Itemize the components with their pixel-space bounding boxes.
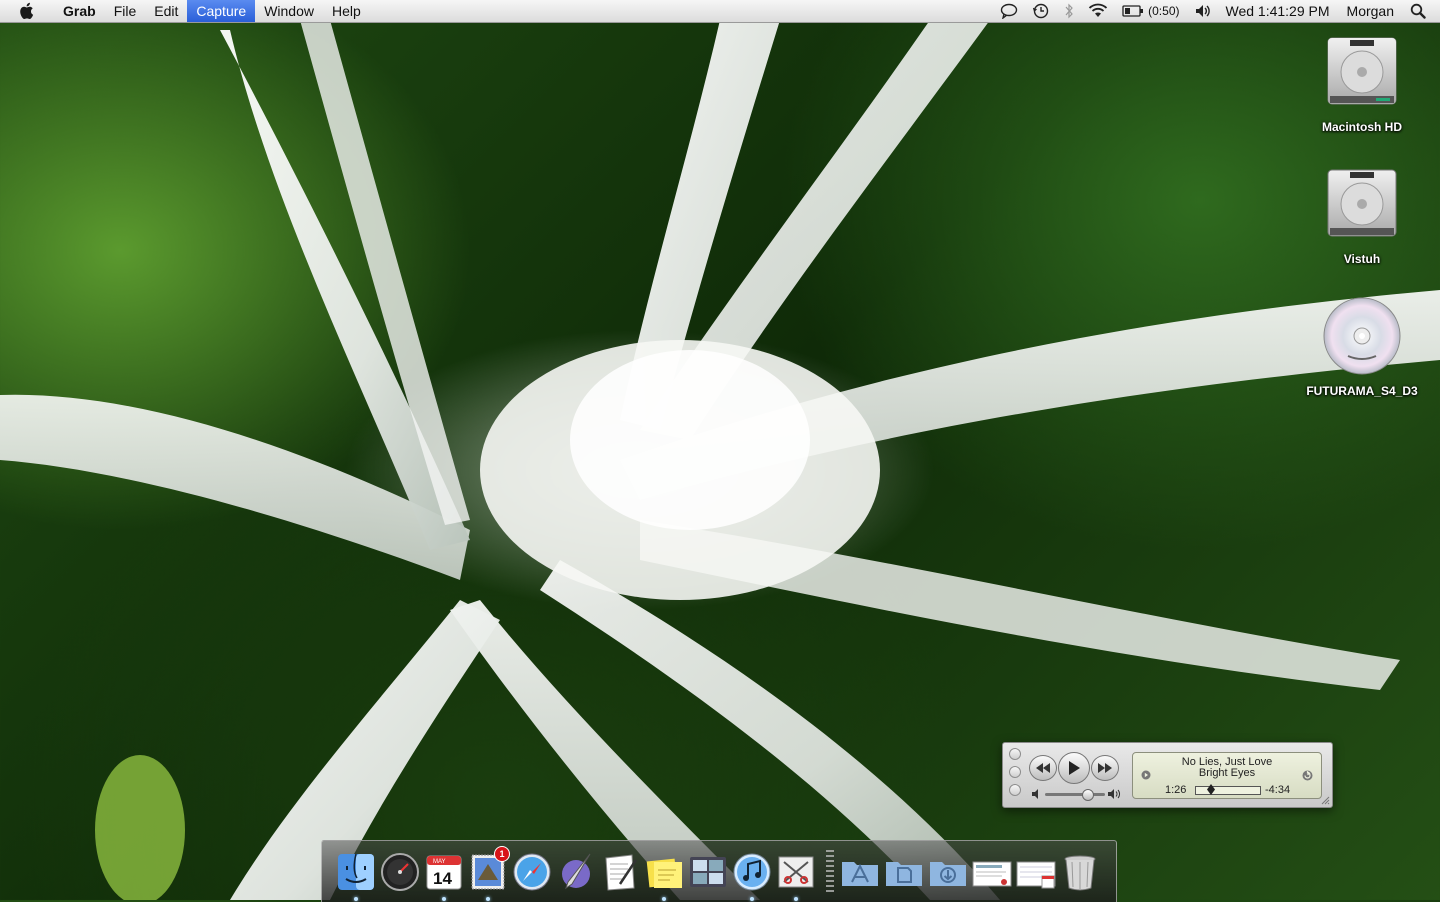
desktop-icon-futurama-dvd[interactable]: FUTURAMA_S4_D3 — [1297, 296, 1427, 398]
dock-item-ical[interactable]: MAY 14 — [424, 852, 464, 901]
artist-name: Bright Eyes — [1198, 767, 1256, 779]
calendar-icon: MAY 14 — [426, 855, 462, 889]
spaces-grid-icon — [690, 856, 726, 887]
menu-app-grab[interactable]: Grab — [54, 0, 105, 22]
user-menu[interactable]: Morgan — [1337, 0, 1404, 22]
dock-stack-ical[interactable] — [1016, 852, 1056, 892]
battery-status[interactable]: (0:50) — [1115, 0, 1186, 22]
dock-item-spaces[interactable] — [688, 852, 728, 892]
dock-item-dashboard[interactable] — [380, 852, 420, 892]
trash-icon — [1064, 855, 1096, 890]
volume-slider[interactable] — [1045, 789, 1105, 801]
dock-item-itunes[interactable] — [732, 852, 772, 901]
grab-scissors-icon — [778, 856, 814, 887]
dock-item-textedit[interactable] — [600, 852, 640, 892]
dock-item-trash[interactable] — [1060, 852, 1100, 892]
wifi-icon — [1089, 3, 1108, 17]
itunes-mini-player[interactable]: No Lies, Just Love Bright Eyes 1:26 -4:3… — [1002, 742, 1333, 808]
play-button[interactable] — [1058, 752, 1090, 784]
previous-track-button[interactable] — [1029, 755, 1057, 781]
dashboard-icon — [381, 852, 419, 891]
sticky-notes-icon — [646, 858, 682, 888]
menu-capture[interactable]: Capture — [187, 0, 256, 22]
desktop-icon-label: Macintosh HD — [1321, 120, 1402, 134]
hard-drive-icon — [1327, 37, 1397, 105]
volume-status[interactable] — [1187, 0, 1219, 22]
wifi-status[interactable] — [1081, 0, 1115, 22]
menu-file[interactable]: File — [105, 0, 146, 22]
itunes-note-icon — [733, 853, 771, 890]
battery-time: (0:50) — [1148, 4, 1180, 18]
speaker-icon — [1195, 5, 1210, 17]
dock-stack-applications[interactable] — [840, 852, 880, 892]
dock-separator[interactable] — [826, 849, 834, 894]
menu-bar: Grab File Edit Capture Window Help (0:50… — [0, 0, 1440, 23]
now-playing-display: No Lies, Just Love Bright Eyes 1:26 -4:3… — [1132, 752, 1322, 799]
window-controls — [1009, 748, 1021, 802]
resize-grip-icon[interactable] — [1321, 796, 1330, 805]
desktop-icon-macintosh-hd[interactable]: Macintosh HD — [1297, 32, 1427, 134]
volume-high-icon — [1108, 789, 1120, 799]
hard-drive-icon — [1327, 169, 1397, 237]
apple-menu[interactable] — [18, 2, 42, 20]
desktop-icon-label: Vistuh — [1343, 252, 1381, 266]
elapsed-time: 1:26 — [1165, 784, 1187, 796]
close-button[interactable] — [1009, 748, 1021, 760]
menu-window[interactable]: Window — [255, 0, 323, 22]
menu-edit[interactable]: Edit — [145, 0, 187, 22]
menu-help[interactable]: Help — [323, 0, 370, 22]
document-pen-icon — [605, 853, 638, 891]
unread-badge: 1 — [494, 845, 510, 862]
clock[interactable]: Wed 1:41:29 PM — [1219, 0, 1337, 22]
volume-low-icon — [1032, 789, 1038, 799]
snapback-icon[interactable] — [1302, 770, 1313, 781]
bluetooth-status[interactable] — [1057, 0, 1081, 22]
quill-icon — [562, 853, 591, 889]
dock-stack-documents[interactable] — [884, 852, 924, 892]
bluetooth-icon — [1065, 3, 1073, 19]
dock-item-stickies[interactable] — [644, 852, 684, 901]
progress-thumb[interactable] — [1207, 784, 1216, 795]
applications-folder-icon — [842, 861, 878, 886]
desktop-icon-vistuh[interactable]: Vistuh — [1297, 164, 1427, 266]
spotlight[interactable] — [1404, 0, 1440, 22]
speech-bubble-icon — [1000, 3, 1018, 19]
remaining-time: -4:34 — [1265, 784, 1291, 796]
apple-icon — [20, 2, 34, 20]
dock-item-mail[interactable]: 1 — [468, 845, 510, 901]
dock-stack-mail[interactable] — [972, 852, 1012, 892]
dock: MAY 14 1 — [321, 840, 1117, 902]
dock-item-safari[interactable] — [512, 852, 552, 892]
zoom-button[interactable] — [1009, 784, 1021, 796]
finder-icon — [338, 853, 374, 890]
next-track-button[interactable] — [1091, 755, 1119, 781]
ical-stack-icon — [1016, 861, 1056, 888]
ichat-status[interactable] — [993, 0, 1025, 22]
safari-compass-icon — [513, 853, 551, 890]
dvd-icon — [1323, 297, 1401, 375]
desktop-icon-label: FUTURAMA_S4_D3 — [1306, 384, 1418, 398]
battery-icon — [1122, 5, 1144, 17]
play-icon — [1069, 761, 1080, 775]
rewind-icon — [1036, 763, 1050, 773]
time-machine-icon — [1033, 3, 1049, 19]
progress-bar[interactable] — [1195, 784, 1261, 795]
downloads-folder-icon — [930, 861, 966, 886]
calendar-month: MAY — [433, 859, 446, 865]
mail-stack-icon — [972, 861, 1012, 886]
documents-folder-icon — [886, 861, 922, 886]
calendar-day: 14 — [433, 869, 452, 888]
dock-item-finder[interactable] — [336, 852, 376, 901]
dock-stack-downloads[interactable] — [928, 852, 968, 892]
dock-item-grab[interactable] — [776, 852, 816, 901]
time-machine-status[interactable] — [1025, 0, 1057, 22]
search-icon — [1410, 3, 1426, 19]
dock-item-script-editor[interactable] — [556, 852, 596, 892]
volume-slider-thumb[interactable] — [1082, 789, 1094, 801]
fast-forward-icon — [1098, 763, 1112, 773]
minimize-button[interactable] — [1009, 766, 1021, 778]
